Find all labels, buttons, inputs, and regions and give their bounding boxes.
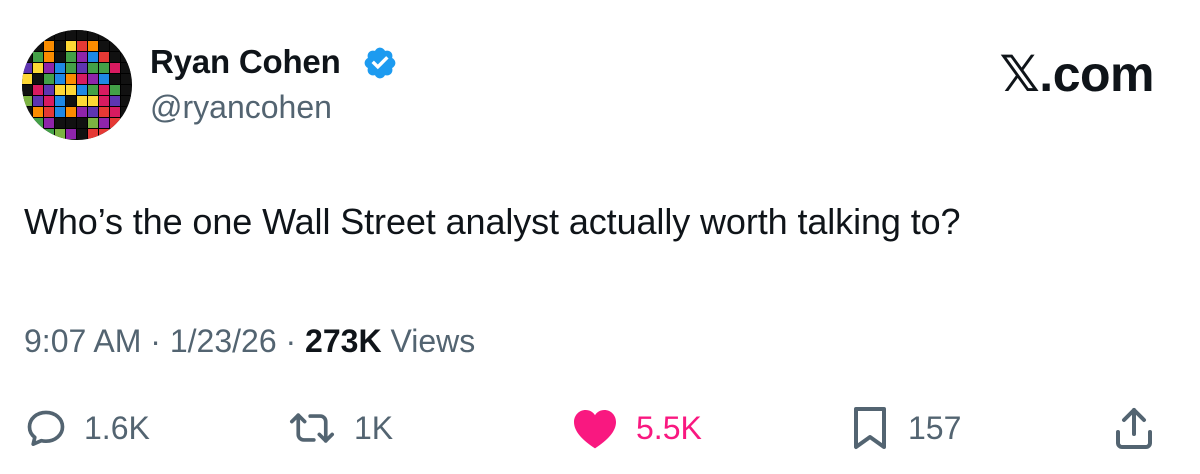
post-time[interactable]: 9:07 AM [24, 323, 141, 359]
views-label: Views [390, 323, 476, 359]
meta-separator: · [285, 323, 297, 359]
views-count: 273K [305, 323, 382, 359]
share-icon [1116, 408, 1152, 449]
avatar[interactable] [22, 30, 132, 140]
author-display-name[interactable]: Ryan Cohen [150, 42, 341, 82]
repost-icon [290, 413, 334, 443]
pixel-tetris-avatar-icon [22, 30, 131, 139]
bookmark-count: 157 [908, 410, 962, 446]
like-button[interactable]: 5.5K [570, 398, 702, 458]
x-brand-logo: 𝕏.com [999, 46, 1155, 102]
meta-separator: · [150, 323, 161, 359]
repost-button[interactable]: 1K [286, 398, 393, 458]
share-button[interactable] [1112, 398, 1156, 458]
reply-icon [27, 410, 65, 446]
post-meta: 9:07 AM · 1/23/26 · 273K Views [24, 322, 475, 360]
bookmark-button[interactable]: 157 [848, 398, 961, 458]
bookmark-icon [854, 407, 886, 449]
repost-count: 1K [354, 410, 394, 446]
post-text: Who’s the one Wall Street analyst actual… [24, 201, 961, 242]
reply-count: 1.6K [84, 410, 150, 446]
post-date[interactable]: 1/23/26 [170, 323, 277, 359]
like-count: 5.5K [636, 410, 702, 446]
verified-badge-icon [364, 47, 396, 79]
reply-button[interactable]: 1.6K [24, 398, 150, 458]
author-handle[interactable]: @ryancohen [150, 88, 332, 126]
heart-icon [574, 410, 616, 449]
